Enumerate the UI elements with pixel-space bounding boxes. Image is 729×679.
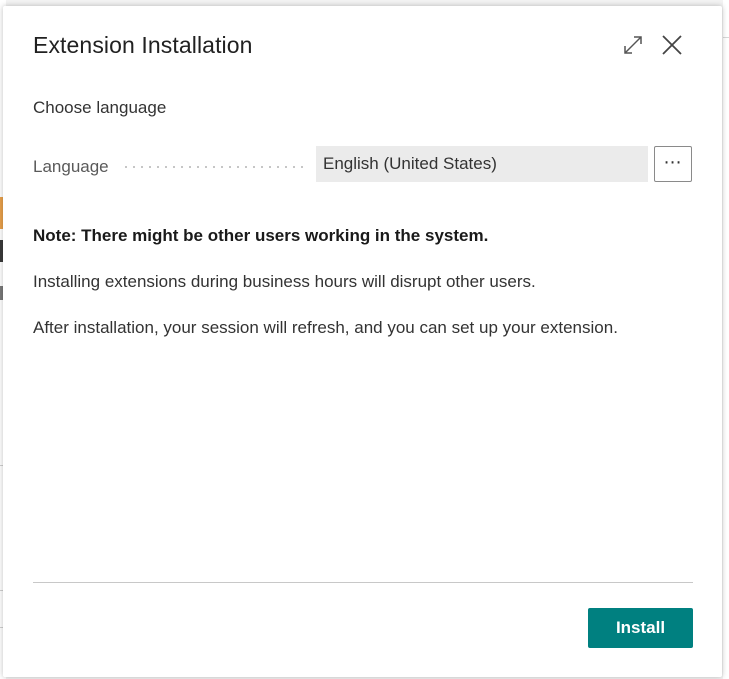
language-lookup-button[interactable]: ⋯ bbox=[654, 146, 692, 182]
extension-installation-dialog: Extension Installation Choose language L… bbox=[3, 6, 722, 677]
dialog-title: Extension Installation bbox=[33, 32, 253, 58]
language-field[interactable]: English (United States) bbox=[316, 146, 648, 182]
expand-diagonal-icon bbox=[620, 32, 646, 58]
note-warning: Note: There might be other users working… bbox=[33, 226, 489, 245]
background-right-edge bbox=[723, 0, 729, 679]
expand-button[interactable] bbox=[620, 32, 646, 58]
note-session-refresh: After installation, your session will re… bbox=[33, 318, 618, 337]
close-icon bbox=[659, 32, 685, 58]
footer-divider bbox=[33, 582, 693, 583]
close-button[interactable] bbox=[659, 32, 685, 58]
background-divider bbox=[723, 37, 729, 38]
language-field-label: Language bbox=[33, 157, 109, 176]
note-business-hours: Installing extensions during business ho… bbox=[33, 272, 536, 291]
install-button[interactable]: Install bbox=[588, 608, 693, 648]
choose-language-heading: Choose language bbox=[33, 98, 167, 117]
field-leader-dots bbox=[122, 166, 308, 168]
